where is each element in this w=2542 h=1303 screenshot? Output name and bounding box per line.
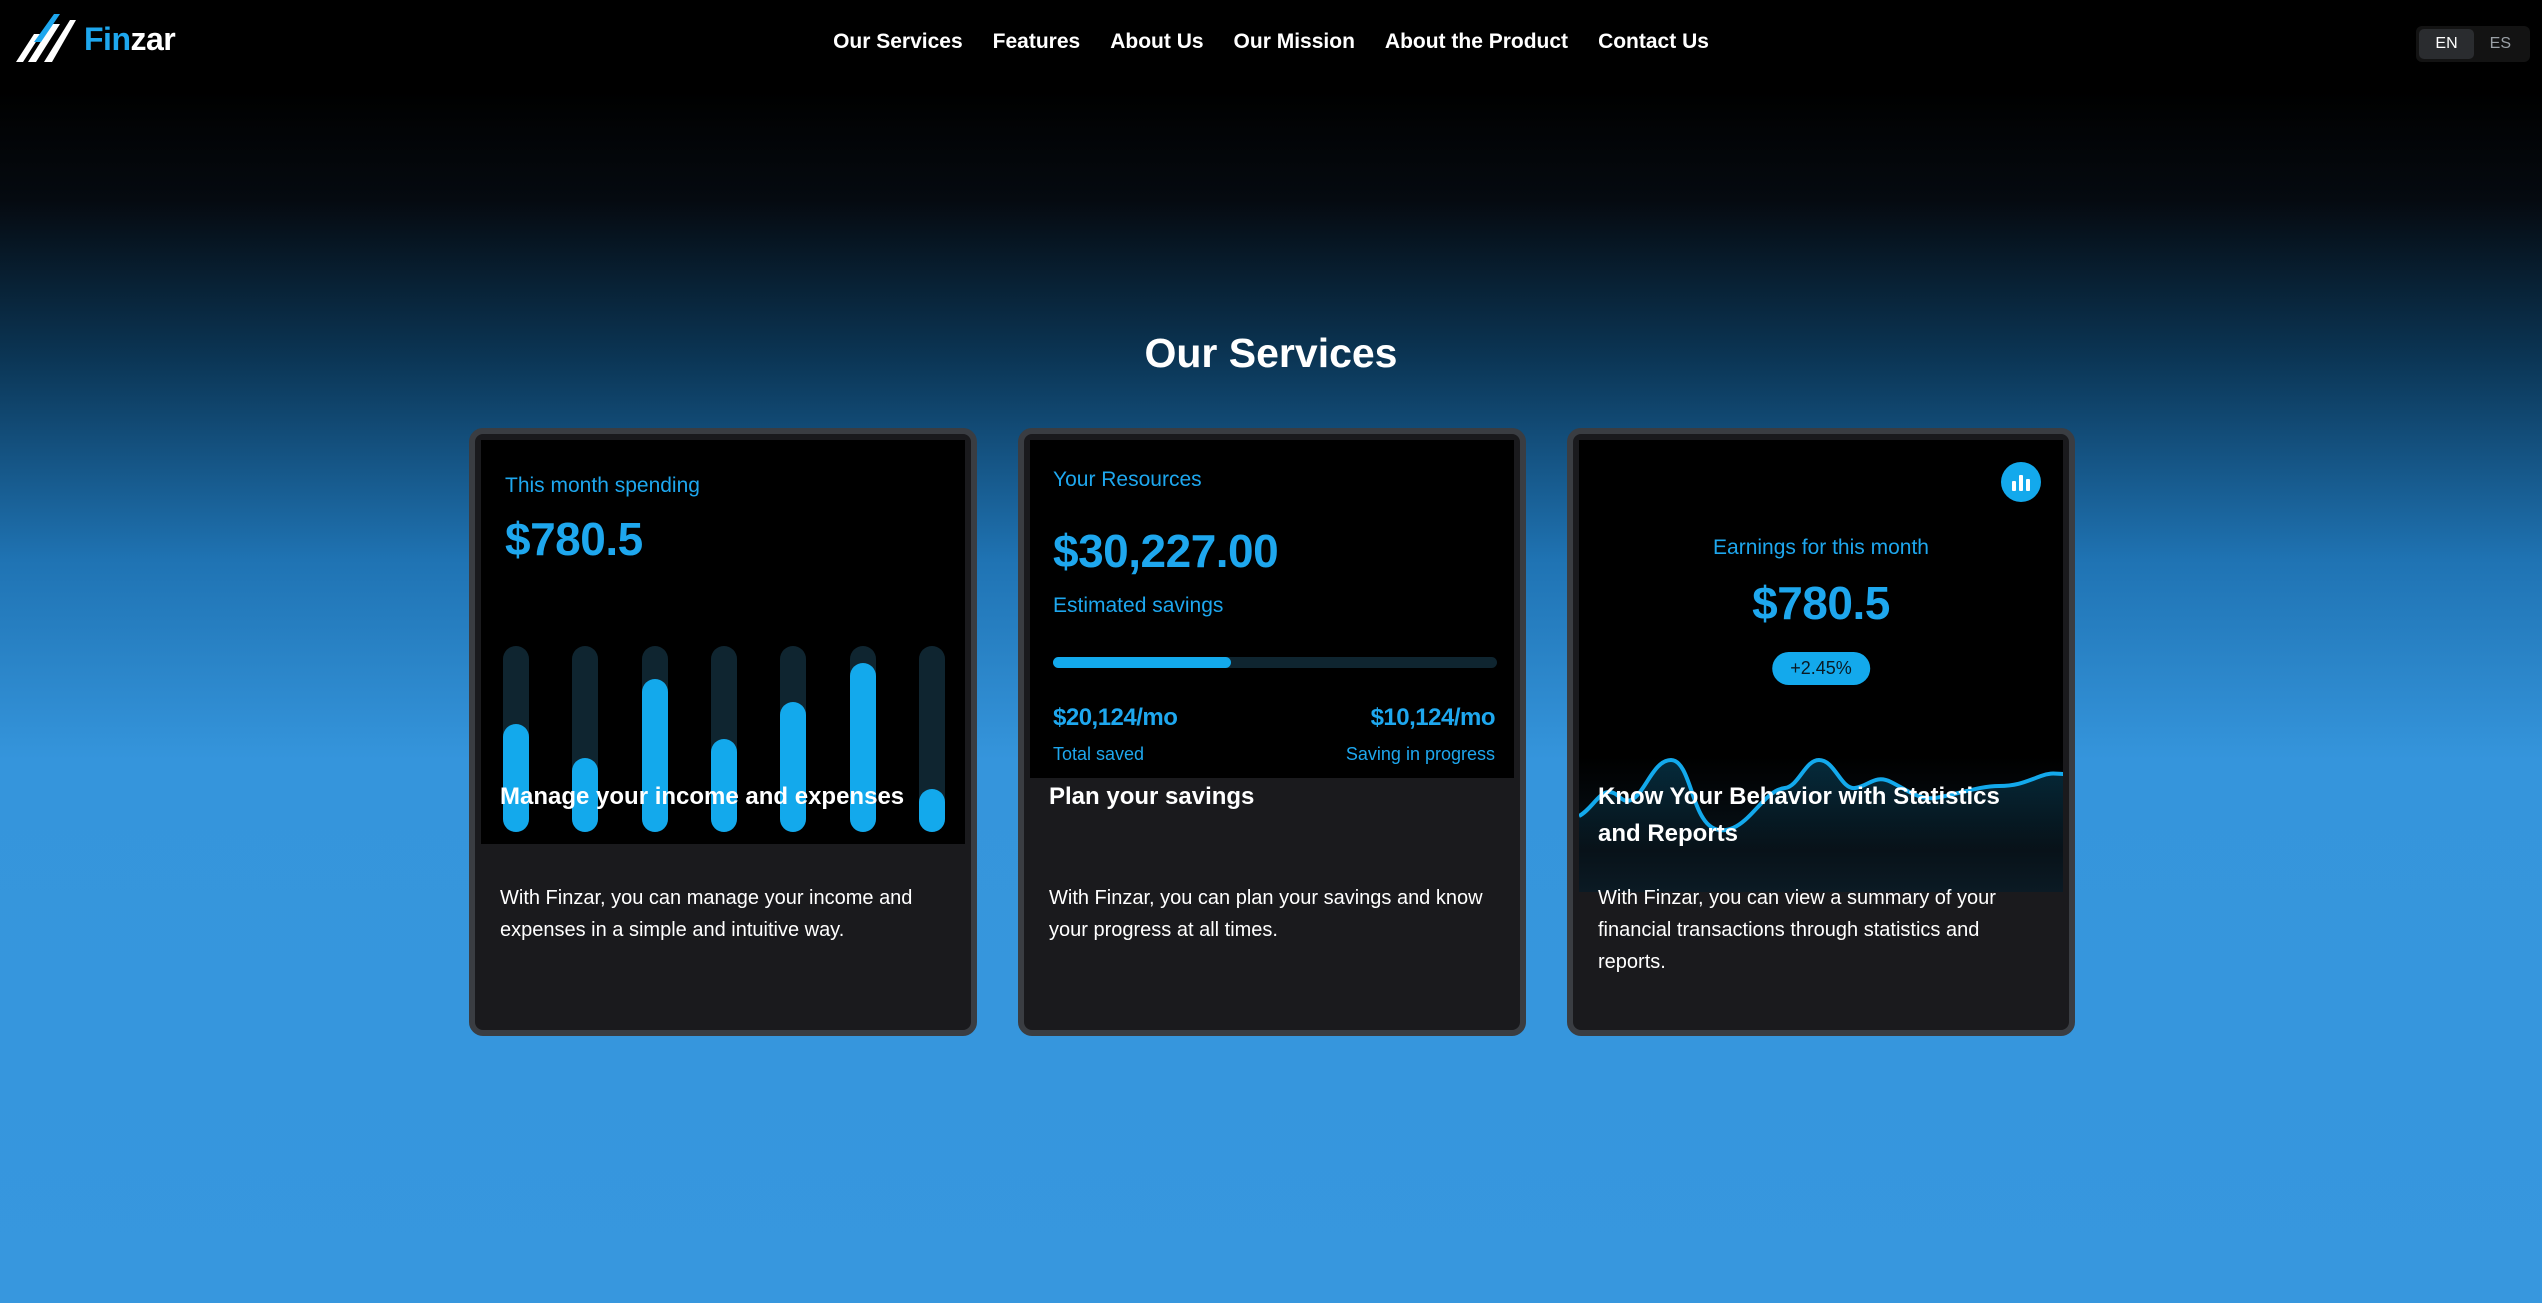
lang-es-button[interactable]: ES [2474,29,2527,59]
bar-chart-icon[interactable] [2001,462,2041,502]
nav-about-us[interactable]: About Us [1110,30,1203,54]
service-card-statistics[interactable]: Earnings for this month $780.5 +2.45% Kn… [1567,428,2075,1036]
savings-visual: Your Resources $30,227.00 Estimated savi… [1030,440,1514,778]
spending-label: This month spending [505,474,700,497]
nav-contact-us[interactable]: Contact Us [1598,30,1709,54]
card-heading: Plan your savings [1049,783,1255,810]
spending-amount: $780.5 [505,513,643,565]
card-description: With Finzar, you can manage your income … [500,887,913,941]
service-card-savings[interactable]: Your Resources $30,227.00 Estimated savi… [1018,428,1526,1036]
savings-progress-bar [1053,657,1497,668]
resources-label: Your Resources [1053,468,1202,491]
savings-progress-fill [1053,657,1231,668]
resources-amount: $30,227.00 [1053,525,1279,577]
lang-en-button[interactable]: EN [2419,29,2474,59]
total-saved-value: $20,124/mo [1053,704,1178,731]
card-heading: Manage your income and expenses [500,783,905,810]
saving-in-progress-value: $10,124/mo [1370,704,1496,731]
nav-features[interactable]: Features [993,30,1081,54]
main-menu: Our Services Features About Us Our Missi… [0,30,2542,54]
card-description: With Finzar, you can view a summary of y… [1598,887,1996,973]
earnings-change-badge: +2.45% [1772,652,1870,685]
saving-in-progress-caption: Saving in progress [1345,744,1495,764]
total-saved-caption: Total saved [1053,744,1145,764]
estimated-savings-label: Estimated savings [1053,594,1224,617]
card-heading: Know Your Behavior with Statistics and R… [1598,783,2000,847]
nav-our-services[interactable]: Our Services [833,30,963,54]
service-card-income-expenses[interactable]: This month spending $780.5 Manage your i… [469,428,977,1036]
language-switcher: EN ES [2416,26,2530,62]
top-navbar: Finzar Our Services Features About Us Ou… [0,0,2542,90]
earnings-label: Earnings for this month [1713,536,1929,559]
section-title: Our Services [1144,330,1398,376]
nav-about-the-product[interactable]: About the Product [1385,30,1568,54]
earnings-amount: $780.5 [1752,577,1890,629]
card-description: With Finzar, you can plan your savings a… [1049,887,1483,941]
nav-our-mission[interactable]: Our Mission [1234,30,1355,54]
